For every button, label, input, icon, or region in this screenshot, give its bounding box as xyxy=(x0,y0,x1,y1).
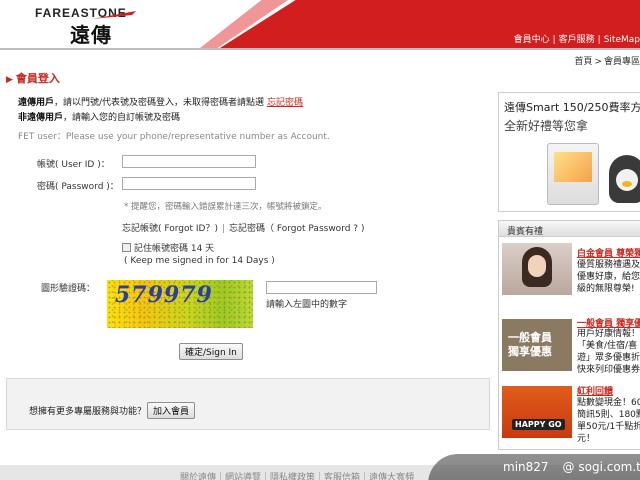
captcha-hint: 請輸入左圖中的數字 xyxy=(266,300,348,310)
intro-fet-user: 遠傳用戶 xyxy=(18,98,55,108)
site-header: FAREASTONE 遠傳 會員中心 | 客戶服務 | SiteMap xyxy=(0,0,640,50)
forgot-password-link[interactable]: 忘記密碼 xyxy=(267,98,303,108)
account-input[interactable] xyxy=(122,155,256,168)
general-member-image-text: 一般會員 獨享優惠 xyxy=(508,331,552,358)
join-member-button[interactable]: 加入會員 xyxy=(147,402,196,419)
bonus-line-4: 元！ xyxy=(577,434,596,444)
bonus-line-2: 簡訊5則、180點 xyxy=(577,410,640,420)
footer-links[interactable]: 關於遠傳｜網站導覽｜隱私權政策｜客服信箱｜遠傳大寬頻 xyxy=(180,470,414,480)
breadcrumb-home[interactable]: 首頁 xyxy=(574,57,592,67)
promo-subtitle: 全新好禮等您拿 xyxy=(504,119,589,133)
intro-line-nonfet: 非遠傳用戶，請輸入您的自訂帳號及密碼 xyxy=(18,111,488,126)
promo-penguin-image xyxy=(609,155,640,203)
nav-member-center[interactable]: 會員中心 xyxy=(514,35,550,45)
general-line-3: 遊」眾多優惠折 xyxy=(577,353,640,363)
remember-label: 記住帳號密碼 14 天 xyxy=(134,244,215,254)
captcha-label: 圖形驗證碼： xyxy=(41,284,96,294)
vip-header: 貴賓有禮 xyxy=(499,221,640,237)
vip-title: 貴賓有禮 xyxy=(507,227,544,237)
promo-banner[interactable]: 遠傳Smart 150/250費率方 全新好禮等您拿 xyxy=(498,92,640,212)
title-arrow-icon: ▶ xyxy=(6,75,13,85)
remember-me[interactable]: 記住帳號密碼 14 天 xyxy=(122,241,214,254)
remember-checkbox[interactable] xyxy=(122,243,131,252)
forgot-links: 忘記帳號( Forgot ID？) | 忘記密碼（ Forgot Password … xyxy=(122,224,365,234)
platinum-line-2: 優惠好康，給您 xyxy=(577,272,640,282)
header-divider xyxy=(0,48,640,50)
platinum-line-3: 級的無限尊榮! xyxy=(577,284,635,294)
intro-nonfet-user: 非遠傳用戶 xyxy=(18,113,64,123)
password-input[interactable] xyxy=(122,177,256,190)
happy-go-logo-text: HAPPY GO xyxy=(512,419,565,430)
vip-panel: 貴賓有禮 白金會員 尊榮獨 優質服務禮遇及感 優惠好康，給您 級的無限尊榮! 一… xyxy=(498,220,640,450)
happy-go-image[interactable]: HAPPY GO xyxy=(502,386,572,438)
bonus-line-1: 點數變現金！60 xyxy=(577,398,640,408)
brand-logo-chinese[interactable]: 遠傳 xyxy=(70,19,112,48)
remember-label-en: ( Keep me signed in for 14 Days ) xyxy=(124,256,275,266)
general-line-2: 「美食/住宿/喜 xyxy=(577,341,638,351)
forgot-id-link[interactable]: 忘記帳號( Forgot ID？) xyxy=(122,224,218,234)
join-panel: 想擁有更多專屬服務與功能？ 加入會員 xyxy=(6,378,490,430)
platinum-member-image[interactable] xyxy=(502,243,572,295)
breadcrumb-member[interactable]: 會員專區 xyxy=(604,57,640,67)
general-member-image[interactable]: 一般會員 獨享優惠 xyxy=(502,319,572,371)
account-label: 帳號( User ID )： xyxy=(37,160,110,170)
watermark-site: @ sogi.com.tw xyxy=(562,460,640,474)
watermark-user: min827 xyxy=(503,460,549,474)
page-title: ▶ 會員登入 xyxy=(6,70,60,86)
general-line-1: 用戶好康情報！多 xyxy=(577,329,640,339)
join-prompt: 想擁有更多專屬服務與功能？ xyxy=(29,407,147,417)
promo-gift-box-image xyxy=(547,143,599,205)
platinum-member-link[interactable]: 白金會員 尊榮獨 xyxy=(577,246,640,259)
captcha-image: 579979 xyxy=(107,280,253,328)
intro-nonfet-text: ，請輸入您的自訂帳號及密碼 xyxy=(63,113,181,123)
captcha-digits: 579979 xyxy=(115,282,213,308)
promo-title: 遠傳Smart 150/250費率方 xyxy=(504,101,640,114)
nav-customer-service[interactable]: 客戶服務 xyxy=(559,35,595,45)
forgot-password-link-en[interactable]: 忘記密碼（ Forgot Password ? ) xyxy=(229,224,364,234)
top-nav: 會員中心 | 客戶服務 | SiteMap xyxy=(513,35,640,45)
intro-fet-text: ，請以門號/代表號及密碼登入，未取得密碼者請點選 xyxy=(54,98,265,108)
bonus-reward-link[interactable]: 紅利回饋 xyxy=(577,384,613,397)
platinum-line-1: 優質服務禮遇及感 xyxy=(577,260,640,270)
captcha-input[interactable] xyxy=(266,281,377,294)
watermark: min827 @ sogi.com.tw xyxy=(503,460,640,474)
intro-line-fet: 遠傳用戶，請以門號/代表號及密碼登入，未取得密碼者請點選 忘記密碼 xyxy=(18,96,488,111)
nav-sitemap[interactable]: SiteMap xyxy=(604,35,640,45)
password-label: 密碼( Password )： xyxy=(37,182,119,192)
bonus-line-3: 單50元/1千點折 xyxy=(577,422,640,432)
login-intro: 遠傳用戶，請以門號/代表號及密碼登入，未取得密碼者請點選 忘記密碼 非遠傳用戶，… xyxy=(18,96,488,145)
breadcrumb: 首頁 > 會員專區 xyxy=(574,57,640,67)
page-title-text: 會員登入 xyxy=(15,72,60,85)
intro-english: FET user：Please use your phone/represent… xyxy=(18,132,330,142)
sign-in-button[interactable]: 確定/Sign In xyxy=(179,343,243,360)
lockout-warning: * 提醒您，密碼輸入錯誤累計達三次，帳號將被鎖定。 xyxy=(124,202,327,212)
general-line-4: 快來列印優惠券 xyxy=(577,365,640,375)
